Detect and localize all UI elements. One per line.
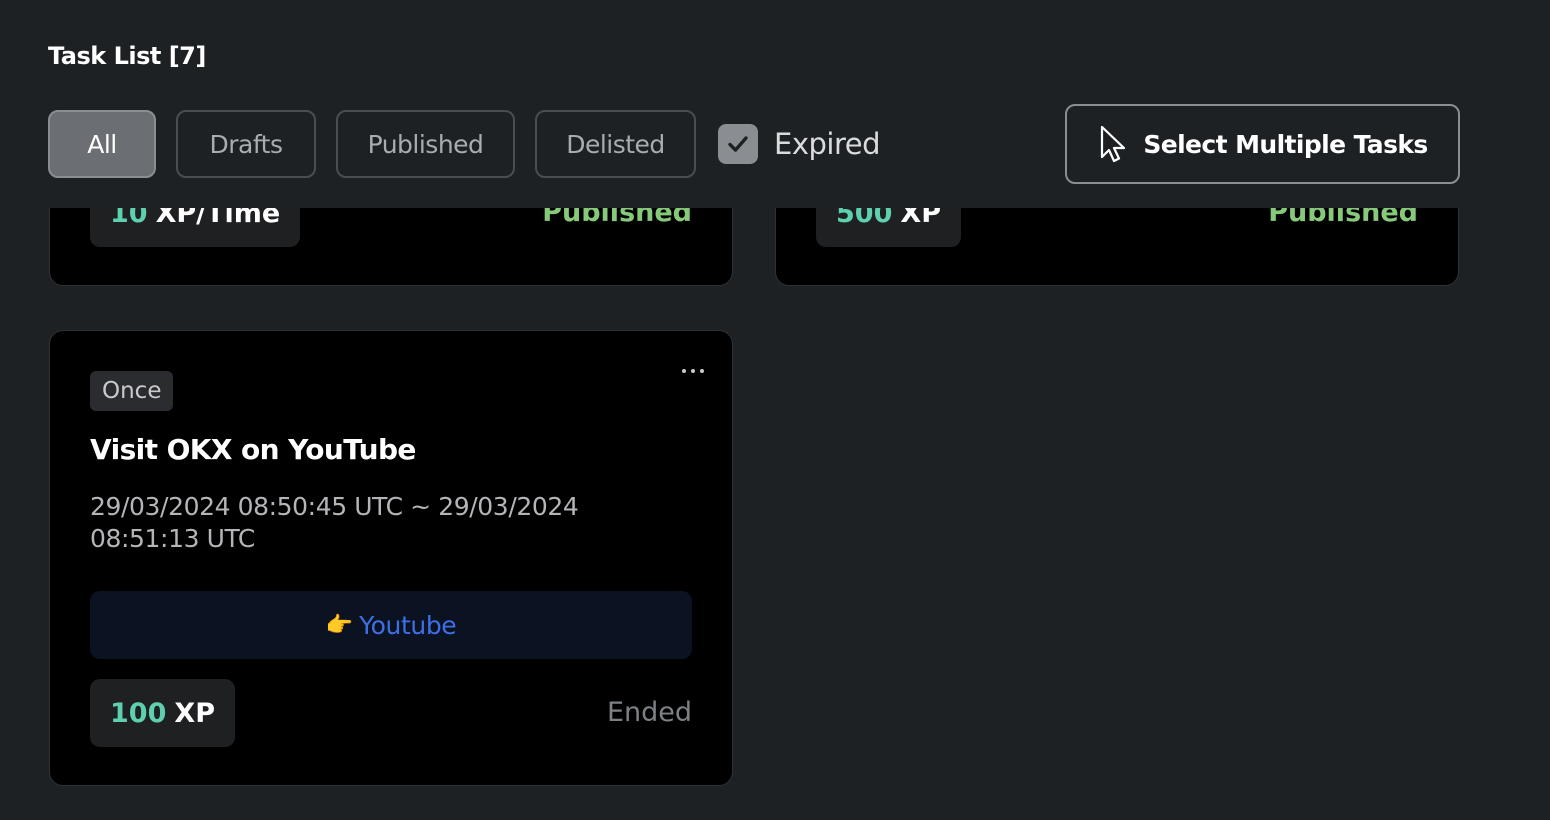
filter-bar: All Drafts Published Delisted Expired bbox=[48, 110, 881, 178]
xp-reward: 10 XP/Time bbox=[90, 208, 301, 247]
xp-unit: XP/Time bbox=[155, 208, 281, 229]
status-badge: Published bbox=[542, 208, 692, 228]
select-multiple-tasks-label: Select Multiple Tasks bbox=[1143, 129, 1428, 159]
task-list[interactable]: 10 XP/Time Published 500 XP Published On… bbox=[0, 208, 1550, 820]
youtube-link-button[interactable]: 👉 Youtube bbox=[90, 591, 692, 659]
xp-reward: 100 XP bbox=[90, 679, 235, 747]
xp-value: 10 bbox=[110, 208, 148, 229]
page-title: Task List [7] bbox=[48, 42, 206, 70]
xp-reward: 500 XP bbox=[816, 208, 961, 247]
xp-value: 500 bbox=[836, 208, 893, 229]
expired-toggle[interactable]: Expired bbox=[718, 124, 881, 164]
expired-label: Expired bbox=[774, 127, 881, 161]
task-date-range: 29/03/2024 08:50:45 UTC ~ 29/03/2024 08:… bbox=[90, 492, 579, 553]
filter-all-button[interactable]: All bbox=[48, 110, 156, 178]
task-card[interactable]: 500 XP Published bbox=[775, 208, 1459, 286]
expired-checkbox[interactable] bbox=[718, 124, 758, 164]
select-multiple-tasks-button[interactable]: Select Multiple Tasks bbox=[1065, 104, 1460, 184]
status-badge: Published bbox=[1268, 208, 1418, 228]
more-horizontal-icon[interactable] bbox=[677, 369, 704, 373]
cursor-arrow-icon bbox=[1101, 125, 1126, 163]
link-label: Youtube bbox=[359, 610, 457, 640]
filter-published-button[interactable]: Published bbox=[336, 110, 515, 178]
filter-delisted-button[interactable]: Delisted bbox=[535, 110, 696, 178]
task-title: Visit OKX on YouTube bbox=[90, 433, 416, 466]
xp-value: 100 bbox=[110, 697, 167, 729]
xp-unit: XP bbox=[174, 697, 215, 729]
frequency-badge: Once bbox=[90, 371, 174, 411]
check-icon bbox=[728, 136, 748, 152]
xp-unit: XP bbox=[900, 208, 941, 229]
status-badge: Ended bbox=[606, 697, 692, 728]
task-card[interactable]: Once Visit OKX on YouTube 29/03/2024 08:… bbox=[49, 330, 733, 786]
task-card[interactable]: 10 XP/Time Published bbox=[49, 208, 733, 286]
filter-drafts-button[interactable]: Drafts bbox=[176, 110, 316, 178]
pointing-hand-icon: 👉 bbox=[325, 612, 354, 638]
